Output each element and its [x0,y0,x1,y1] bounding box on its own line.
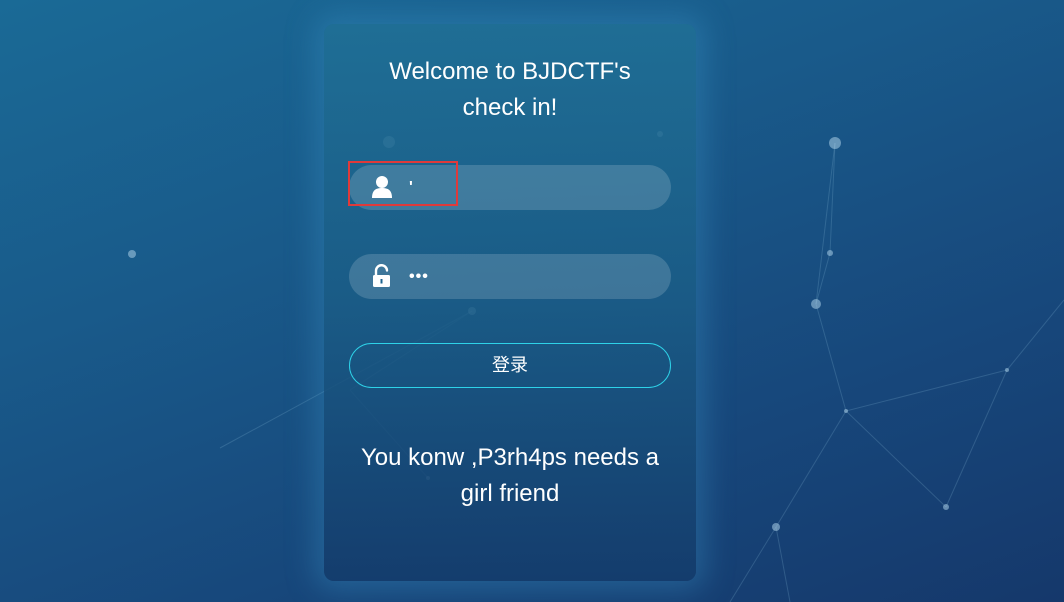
welcome-title-line1: Welcome to BJDCTF's [389,58,631,85]
welcome-title: Welcome to BJDCTF's check in! [324,54,696,126]
user-icon [372,176,392,198]
hint-message-line2: girl friend [460,480,560,507]
hint-message: You konw ,P3rh4ps needs a girl friend [324,440,696,512]
password-input[interactable]: ••• [349,254,671,299]
hint-message-line1: You konw ,P3rh4ps needs a [361,444,659,471]
unlock-icon [373,264,390,287]
login-button[interactable]: 登录 [349,343,671,388]
password-value: ••• [409,268,429,285]
login-card: Welcome to BJDCTF's check in! ' ••• 登录 Y… [324,24,696,581]
username-input[interactable]: ' [349,165,671,210]
username-value: ' [409,179,413,196]
welcome-title-line2: check in! [462,94,558,121]
